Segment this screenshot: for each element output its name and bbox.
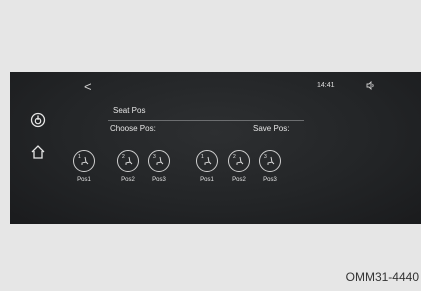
choose-pos2-button[interactable]: 2 Pos2 (116, 150, 140, 183)
choose-pos3-button[interactable]: 3 Pos3 (147, 150, 171, 183)
figure-caption: OMM31-4440 (345, 270, 419, 284)
pos-label: Pos3 (152, 177, 166, 183)
power-icon[interactable] (30, 112, 46, 128)
seat-icon: 3 (259, 150, 281, 172)
seat-icon: 2 (117, 150, 139, 172)
seat-icon: 3 (148, 150, 170, 172)
home-icon[interactable] (30, 144, 46, 160)
seat-icon: 1 (73, 150, 95, 172)
pos-label: Pos3 (263, 177, 277, 183)
save-pos3-button[interactable]: 3 Pos3 (258, 150, 282, 183)
back-button[interactable]: < (84, 80, 92, 93)
choose-pos1-button[interactable]: 1 Pos1 (72, 150, 96, 183)
speaker-icon[interactable] (366, 81, 376, 90)
choose-pos-label: Choose Pos: (110, 124, 156, 133)
pos-label: Pos2 (232, 177, 246, 183)
seat-icon: 2 (228, 150, 250, 172)
infotainment-screen: < 14:41 Seat Pos Choose Pos: Save Pos: 1… (10, 72, 421, 224)
save-pos-label: Save Pos: (253, 124, 290, 133)
seat-icon: 1 (196, 150, 218, 172)
clock: 14:41 (317, 82, 335, 89)
page-title: Seat Pos (113, 106, 146, 115)
pos-label: Pos2 (121, 177, 135, 183)
divider (108, 120, 304, 121)
save-pos1-button[interactable]: 1 Pos1 (195, 150, 219, 183)
save-pos2-button[interactable]: 2 Pos2 (227, 150, 251, 183)
pos-label: Pos1 (200, 177, 214, 183)
pos-label: Pos1 (77, 177, 91, 183)
